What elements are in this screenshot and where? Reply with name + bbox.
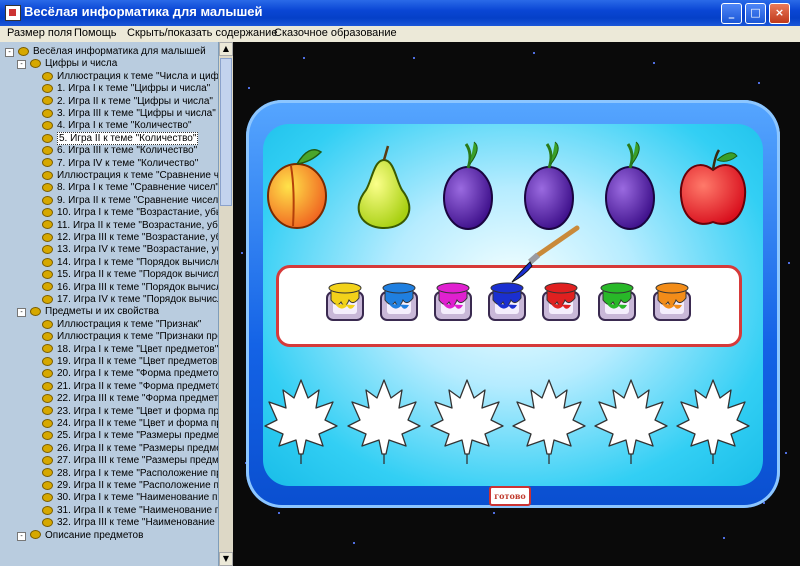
paint-jar[interactable]	[488, 282, 526, 321]
maple-leaf[interactable]	[676, 379, 750, 464]
paint-jar[interactable]	[542, 282, 580, 321]
paint-jar[interactable]	[326, 282, 364, 321]
maple-leaf[interactable]	[512, 379, 586, 464]
paint-jar[interactable]	[653, 282, 691, 321]
maple-leaf[interactable]	[594, 379, 668, 464]
game-art	[264, 141, 750, 464]
pear-icon[interactable]	[357, 145, 411, 230]
plum-icon[interactable]	[524, 141, 574, 230]
paint-jar[interactable]	[434, 282, 472, 321]
maple-leaf[interactable]	[264, 379, 338, 464]
maple-leaf[interactable]	[430, 379, 504, 464]
paintbrush-icon[interactable]	[511, 225, 580, 283]
plum-icon[interactable]	[443, 141, 493, 230]
paint-jar[interactable]	[598, 282, 636, 321]
paint-jar[interactable]	[380, 282, 418, 321]
peach-icon[interactable]	[267, 149, 327, 229]
apple-icon[interactable]	[679, 149, 747, 225]
plum-icon[interactable]	[605, 141, 655, 230]
ready-button[interactable]: готово	[489, 486, 531, 506]
maple-leaf[interactable]	[347, 379, 421, 464]
